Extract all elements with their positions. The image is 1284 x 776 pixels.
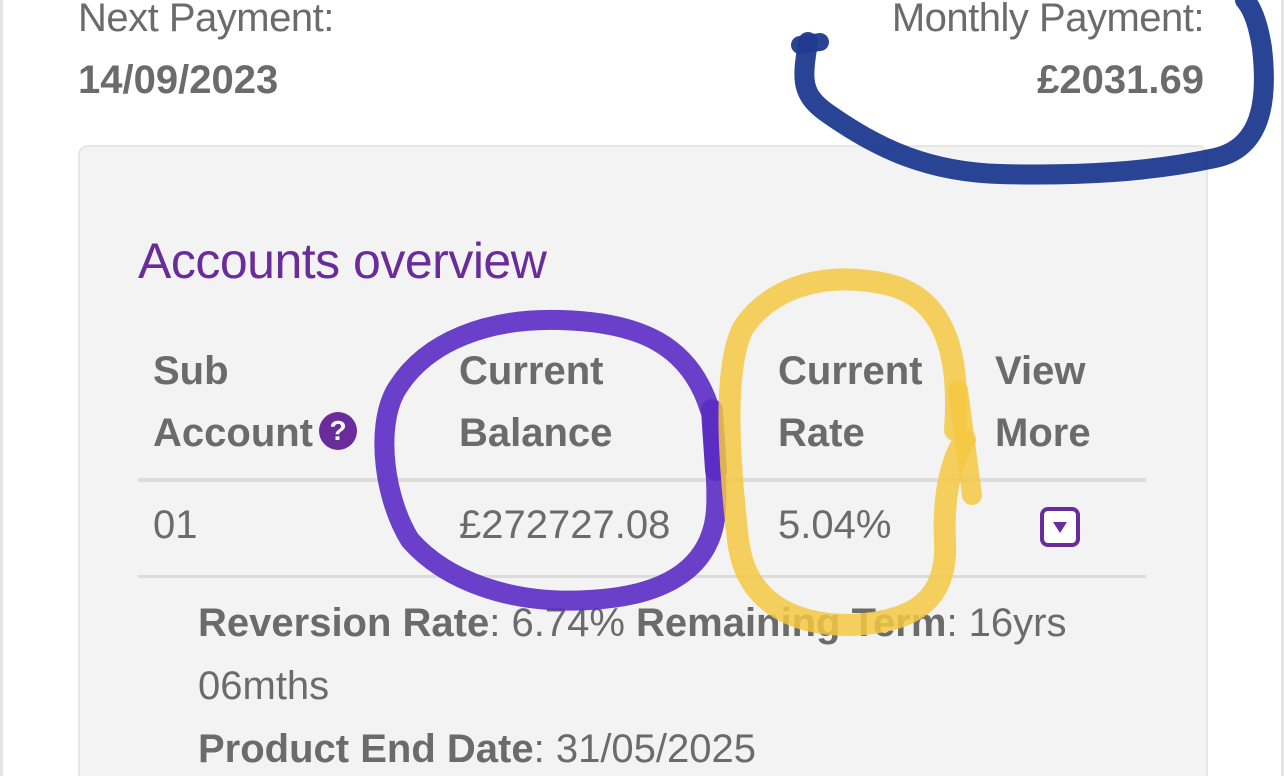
header-text: Balance (459, 411, 613, 455)
column-header-sub-account: Sub Account? (153, 340, 357, 464)
table-header-divider (138, 478, 1146, 482)
question-circle-icon[interactable]: ? (319, 412, 357, 450)
header-text: Current (778, 349, 923, 393)
frame-edge (0, 0, 3, 776)
product-end-date-label: Product End Date (198, 727, 534, 771)
column-header-view-more: View More (995, 340, 1091, 464)
view-more-button[interactable] (1040, 507, 1080, 547)
header-text: View (995, 349, 1086, 393)
chevron-down-square-icon (1053, 522, 1067, 533)
header-text: More (995, 411, 1091, 455)
next-payment-date: 14/09/2023 (78, 58, 279, 102)
current-rate-value: 5.04% (778, 503, 892, 547)
next-payment-label: Next Payment: (78, 0, 334, 40)
reversion-rate-label: Reversion Rate (198, 601, 490, 645)
blue-annotation-hook (791, 33, 829, 54)
header-text-with-help: Account? (153, 402, 357, 464)
monthly-payment-label: Monthly Payment: (891, 0, 1205, 40)
sub-account-number: 01 (153, 503, 198, 547)
header-text: Sub (153, 349, 229, 393)
remaining-term-label: Remaining Term (636, 601, 947, 645)
reversion-rate-value: : 6.74% (489, 601, 636, 645)
monthly-payment-amount: £2031.69 (1037, 58, 1204, 102)
column-header-current-rate: Current Rate (778, 340, 922, 464)
header-text: Rate (778, 411, 865, 455)
account-details: Reversion Rate: 6.74% Remaining Term: 16… (198, 592, 1098, 776)
product-end-date-value: : 31/05/2025 (533, 727, 757, 771)
accounts-overview-title: Accounts overview (138, 233, 547, 289)
header-text: Current (459, 349, 604, 393)
header-text: Account (153, 411, 313, 455)
current-balance-value: £272727.08 (459, 503, 671, 547)
column-header-current-balance: Current Balance (459, 340, 612, 464)
app-screen: Next Payment: 14/09/2023 Monthly Payment… (0, 0, 1284, 776)
table-row-divider (138, 575, 1146, 578)
